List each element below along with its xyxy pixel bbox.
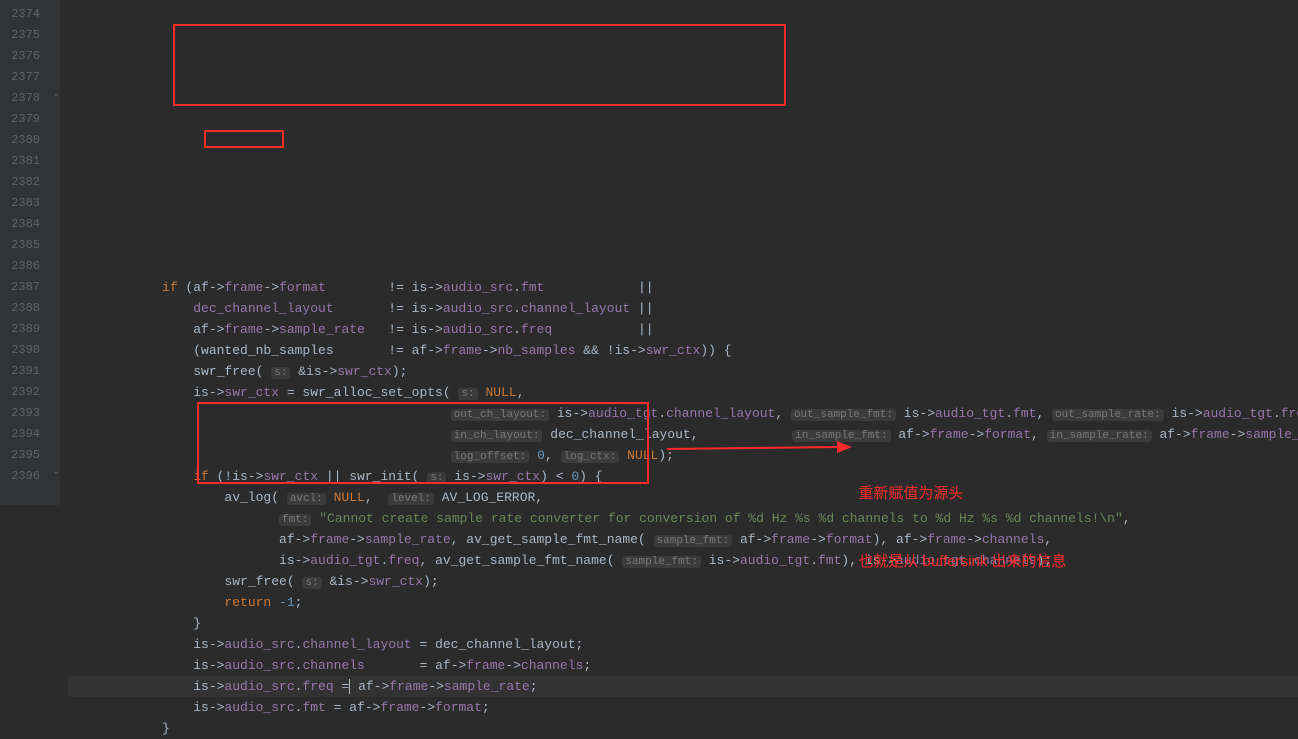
highlight-box-condition [173, 24, 786, 106]
line-number: 2375 [8, 25, 40, 46]
fold-column[interactable]: ⌄⌄ [52, 0, 60, 505]
line-number: 2377 [8, 67, 40, 88]
fold-marker[interactable] [52, 42, 60, 63]
annotation-line1: 重新赋值为源头 [858, 483, 1066, 506]
code-line[interactable] [68, 256, 1298, 277]
fold-marker[interactable] [52, 252, 60, 273]
code-line[interactable]: fmt: "Cannot create sample rate converte… [68, 508, 1298, 529]
code-line[interactable]: if (af->frame->format != is->audio_src.f… [68, 277, 1298, 298]
line-number: 2392 [8, 382, 40, 403]
fold-marker[interactable] [52, 294, 60, 315]
code-line[interactable]: is->audio_src.freq = af->frame->sample_r… [68, 676, 1298, 697]
line-number: 2396 [8, 466, 40, 487]
fold-marker[interactable] [52, 105, 60, 126]
code-line[interactable]: af->frame->sample_rate != is->audio_src.… [68, 319, 1298, 340]
line-number: 2387 [8, 277, 40, 298]
fold-marker[interactable] [52, 189, 60, 210]
line-number: 2382 [8, 172, 40, 193]
line-number: 2388 [8, 298, 40, 319]
code-line[interactable]: } [68, 718, 1298, 739]
line-number: 2390 [8, 340, 40, 361]
fold-marker[interactable] [52, 126, 60, 147]
fold-marker[interactable] [52, 0, 60, 21]
line-number: 2384 [8, 214, 40, 235]
fold-marker[interactable] [52, 420, 60, 441]
line-number: 2378 [8, 88, 40, 109]
code-line[interactable]: dec_channel_layout != is->audio_src.chan… [68, 298, 1298, 319]
fold-marker[interactable] [52, 357, 60, 378]
code-line[interactable]: swr_free( s: &is->swr_ctx); [68, 361, 1298, 382]
code-area[interactable]: 重新赋值为源头 也就是从 buffersink 出来的信息 if (af->fr… [60, 0, 1298, 505]
fold-marker[interactable] [52, 210, 60, 231]
code-line[interactable]: is->audio_src.channels = af->frame->chan… [68, 655, 1298, 676]
fold-marker[interactable] [52, 336, 60, 357]
code-line[interactable]: is->audio_src.channel_layout = dec_chann… [68, 634, 1298, 655]
fold-marker[interactable] [52, 441, 60, 462]
line-number: 2376 [8, 46, 40, 67]
fold-marker[interactable]: ⌄ [52, 84, 60, 105]
line-number: 2379 [8, 109, 40, 130]
fold-marker[interactable] [52, 399, 60, 420]
code-line[interactable]: } [68, 613, 1298, 634]
code-editor[interactable]: 2374237523762377237823792380238123822383… [0, 0, 1298, 505]
highlight-box-swrctx [204, 130, 284, 148]
fold-marker[interactable] [52, 63, 60, 84]
fold-marker[interactable] [52, 21, 60, 42]
line-number: 2386 [8, 256, 40, 277]
code-line[interactable]: af->frame->sample_rate, av_get_sample_fm… [68, 529, 1298, 550]
line-number: 2393 [8, 403, 40, 424]
fold-marker[interactable]: ⌄ [52, 462, 60, 483]
code-line[interactable]: if (!is->swr_ctx || swr_init( s: is->swr… [68, 466, 1298, 487]
annotation-arrow [667, 434, 855, 464]
code-line[interactable]: is->audio_tgt.freq, av_get_sample_fmt_na… [68, 550, 1298, 571]
code-line[interactable]: swr_free( s: &is->swr_ctx); [68, 571, 1298, 592]
fold-marker[interactable] [52, 231, 60, 252]
line-number: 2374 [8, 4, 40, 25]
line-number-gutter: 2374237523762377237823792380238123822383… [0, 0, 52, 505]
code-line[interactable]: is->swr_ctx = swr_alloc_set_opts( s: NUL… [68, 382, 1298, 403]
line-number: 2389 [8, 319, 40, 340]
fold-marker[interactable] [52, 378, 60, 399]
line-number: 2383 [8, 193, 40, 214]
code-line[interactable]: is->audio_src.fmt = af->frame->format; [68, 697, 1298, 718]
line-number: 2391 [8, 361, 40, 382]
fold-marker[interactable] [52, 168, 60, 189]
fold-marker[interactable] [52, 273, 60, 294]
code-line[interactable]: (wanted_nb_samples != af->frame->nb_samp… [68, 340, 1298, 361]
line-number: 2395 [8, 445, 40, 466]
line-number: 2385 [8, 235, 40, 256]
line-number: 2381 [8, 151, 40, 172]
fold-marker[interactable] [52, 147, 60, 168]
line-number: 2380 [8, 130, 40, 151]
code-line[interactable]: out_ch_layout: is->audio_tgt.channel_lay… [68, 403, 1298, 424]
annotation-text: 重新赋值为源头 也就是从 buffersink 出来的信息 [858, 438, 1066, 618]
line-number: 2394 [8, 424, 40, 445]
code-line[interactable]: return -1; [68, 592, 1298, 613]
fold-marker[interactable] [52, 315, 60, 336]
annotation-line2: 也就是从 buffersink 出来的信息 [858, 551, 1066, 574]
